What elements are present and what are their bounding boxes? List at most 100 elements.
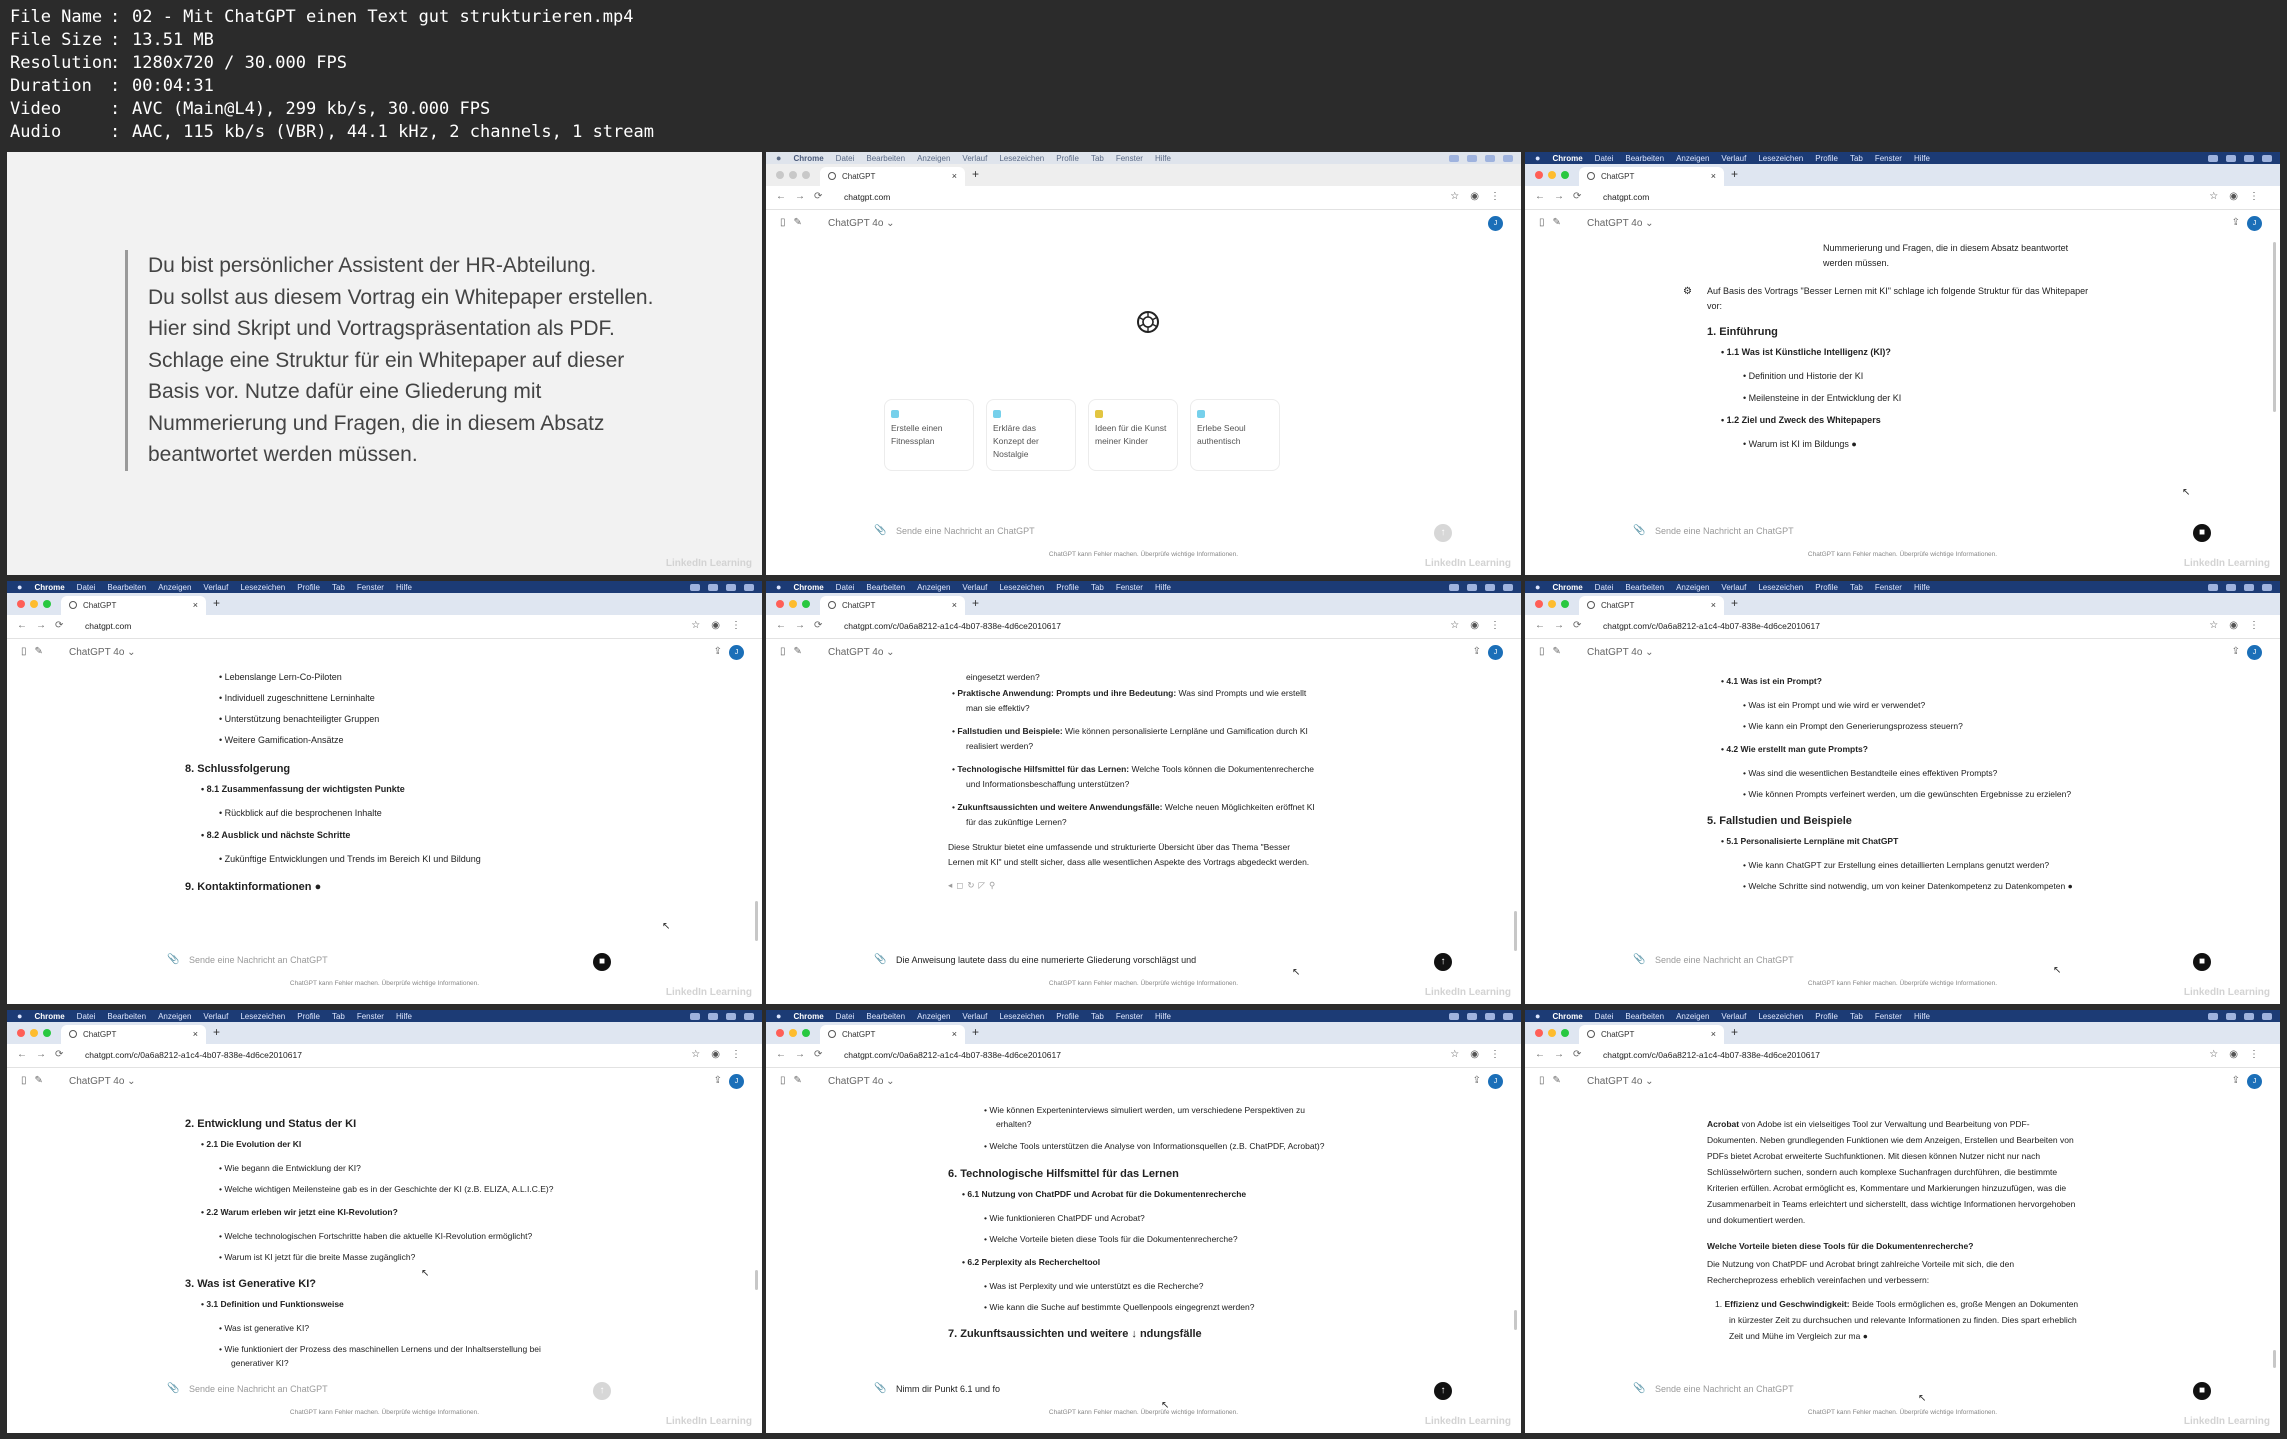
menu-item[interactable]: Tab [1091,154,1104,163]
maximize-window-icon[interactable] [1561,1029,1569,1037]
browser-actions-icon[interactable]: ☆◉⋮ [2209,1049,2270,1060]
browser-actions-icon[interactable]: ☆◉⋮ [2209,191,2270,202]
share-icon[interactable]: ⇪ [714,1075,722,1086]
menu-item[interactable]: Hilfe [1155,1012,1171,1021]
avatar[interactable]: J [2247,1074,2262,1089]
maximize-window-icon[interactable] [802,600,810,608]
menu-app-name[interactable]: Chrome [793,1012,823,1021]
close-tab-icon[interactable]: × [952,167,957,186]
scrollbar[interactable] [2273,242,2276,412]
browser-actions-icon[interactable]: ☆◉⋮ [691,620,752,631]
avatar[interactable]: J [2247,645,2262,660]
new-tab-icon[interactable]: + [972,1025,979,1039]
message-input[interactable]: Sende eine Nachricht an ChatGPT [1655,1384,1794,1394]
menu-item[interactable]: Tab [1850,583,1863,592]
browser-actions-icon[interactable]: ☆◉⋮ [691,1049,752,1060]
send-button[interactable]: ↑ [1434,524,1452,542]
menu-item[interactable]: Datei [1595,1012,1614,1021]
browser-actions-icon[interactable]: ☆◉⋮ [2209,620,2270,631]
menu-item[interactable]: Bearbeiten [866,583,905,592]
stop-button[interactable]: ■ [2193,953,2211,971]
attach-icon[interactable]: 📎 [1633,1383,1645,1394]
menu-item[interactable]: Lesezeichen [999,583,1044,592]
close-tab-icon[interactable]: × [952,596,957,615]
menu-item[interactable]: Profile [1815,1012,1838,1021]
menu-item[interactable]: Fenster [1116,1012,1143,1021]
menu-item[interactable]: Lesezeichen [1758,583,1803,592]
menu-item[interactable]: Fenster [1875,583,1902,592]
sidebar-newchat-icon[interactable]: ▯✎ [1539,1075,1569,1086]
avatar[interactable]: J [729,1074,744,1089]
attach-icon[interactable]: 📎 [874,954,886,965]
menu-item[interactable]: Datei [77,583,96,592]
browser-actions-icon[interactable]: ☆◉⋮ [1450,620,1511,631]
menu-item[interactable]: Profile [1056,1012,1079,1021]
new-tab-icon[interactable]: + [213,596,220,610]
menu-item[interactable]: Bearbeiten [1625,154,1664,163]
menu-item[interactable]: Verlauf [1721,1012,1746,1021]
message-input[interactable]: Sende eine Nachricht an ChatGPT [1655,955,1794,965]
browser-actions-icon[interactable]: ☆◉⋮ [1450,191,1511,202]
menu-item[interactable]: Datei [836,1012,855,1021]
menu-item[interactable]: Bearbeiten [866,1012,905,1021]
menu-item[interactable]: Anzeigen [1676,583,1709,592]
suggestion-card[interactable]: Erstelle einen Fitnessplan [884,399,974,471]
stop-button[interactable]: ■ [593,953,611,971]
menu-item[interactable]: Datei [836,154,855,163]
close-window-icon[interactable] [1535,600,1543,608]
menu-app-name[interactable]: Chrome [34,583,64,592]
attach-icon[interactable]: 📎 [1633,525,1645,536]
avatar[interactable]: J [1488,216,1503,231]
menu-item[interactable]: Profile [297,583,320,592]
scrollbar[interactable] [755,901,758,941]
minimize-window-icon[interactable] [1548,171,1556,179]
close-tab-icon[interactable]: × [193,1025,198,1044]
close-window-icon[interactable] [776,600,784,608]
minimize-window-icon[interactable] [789,1029,797,1037]
menu-item[interactable]: Bearbeiten [107,1012,146,1021]
menu-item[interactable]: Fenster [357,1012,384,1021]
maximize-window-icon[interactable] [802,171,810,179]
menu-item[interactable]: Anzeigen [917,154,950,163]
close-window-icon[interactable] [776,171,784,179]
close-tab-icon[interactable]: × [952,1025,957,1044]
suggestion-card[interactable]: Erlebe Seoul authentisch [1190,399,1280,471]
sidebar-newchat-icon[interactable]: ▯✎ [780,646,810,657]
menu-item[interactable]: Hilfe [1155,154,1171,163]
apple-icon[interactable]: ● [1535,1011,1540,1021]
new-tab-icon[interactable]: + [1731,596,1738,610]
menu-item[interactable]: Hilfe [1914,154,1930,163]
minimize-window-icon[interactable] [789,171,797,179]
menu-item[interactable]: Datei [1595,583,1614,592]
nav-buttons-icon[interactable]: ←→⟳ [1535,1049,1590,1060]
share-icon[interactable]: ⇪ [2232,1075,2240,1086]
model-selector[interactable]: ChatGPT 4o ⌄ [1587,647,1654,658]
sidebar-newchat-icon[interactable]: ▯✎ [21,646,51,657]
avatar[interactable]: J [1488,1074,1503,1089]
minimize-window-icon[interactable] [30,600,38,608]
menu-app-name[interactable]: Chrome [793,154,823,163]
maximize-window-icon[interactable] [802,1029,810,1037]
share-icon[interactable]: ⇪ [1473,646,1481,657]
apple-icon[interactable]: ● [17,1011,22,1021]
menu-item[interactable]: Fenster [1116,154,1143,163]
share-icon[interactable]: ⇪ [1473,1075,1481,1086]
menu-item[interactable]: Lesezeichen [999,154,1044,163]
close-window-icon[interactable] [1535,1029,1543,1037]
menu-item[interactable]: Tab [1091,583,1104,592]
apple-icon[interactable]: ● [776,582,781,592]
minimize-window-icon[interactable] [30,1029,38,1037]
menu-item[interactable]: Profile [1815,154,1838,163]
message-input[interactable]: Sende eine Nachricht an ChatGPT [189,1384,328,1394]
url-text[interactable]: chatgpt.com [844,192,890,202]
nav-buttons-icon[interactable]: ←→⟳ [776,191,831,202]
message-input[interactable]: Die Anweisung lautete dass du eine numer… [896,955,1196,965]
browser-tab[interactable]: ChatGPT × [820,167,965,186]
nav-buttons-icon[interactable]: ←→⟳ [1535,191,1590,202]
apple-icon[interactable]: ● [776,1011,781,1021]
menu-item[interactable]: Lesezeichen [240,583,285,592]
model-selector[interactable]: ChatGPT 4o ⌄ [828,1076,895,1087]
menu-item[interactable]: Hilfe [396,583,412,592]
scrollbar[interactable] [755,1270,758,1290]
close-tab-icon[interactable]: × [193,596,198,615]
